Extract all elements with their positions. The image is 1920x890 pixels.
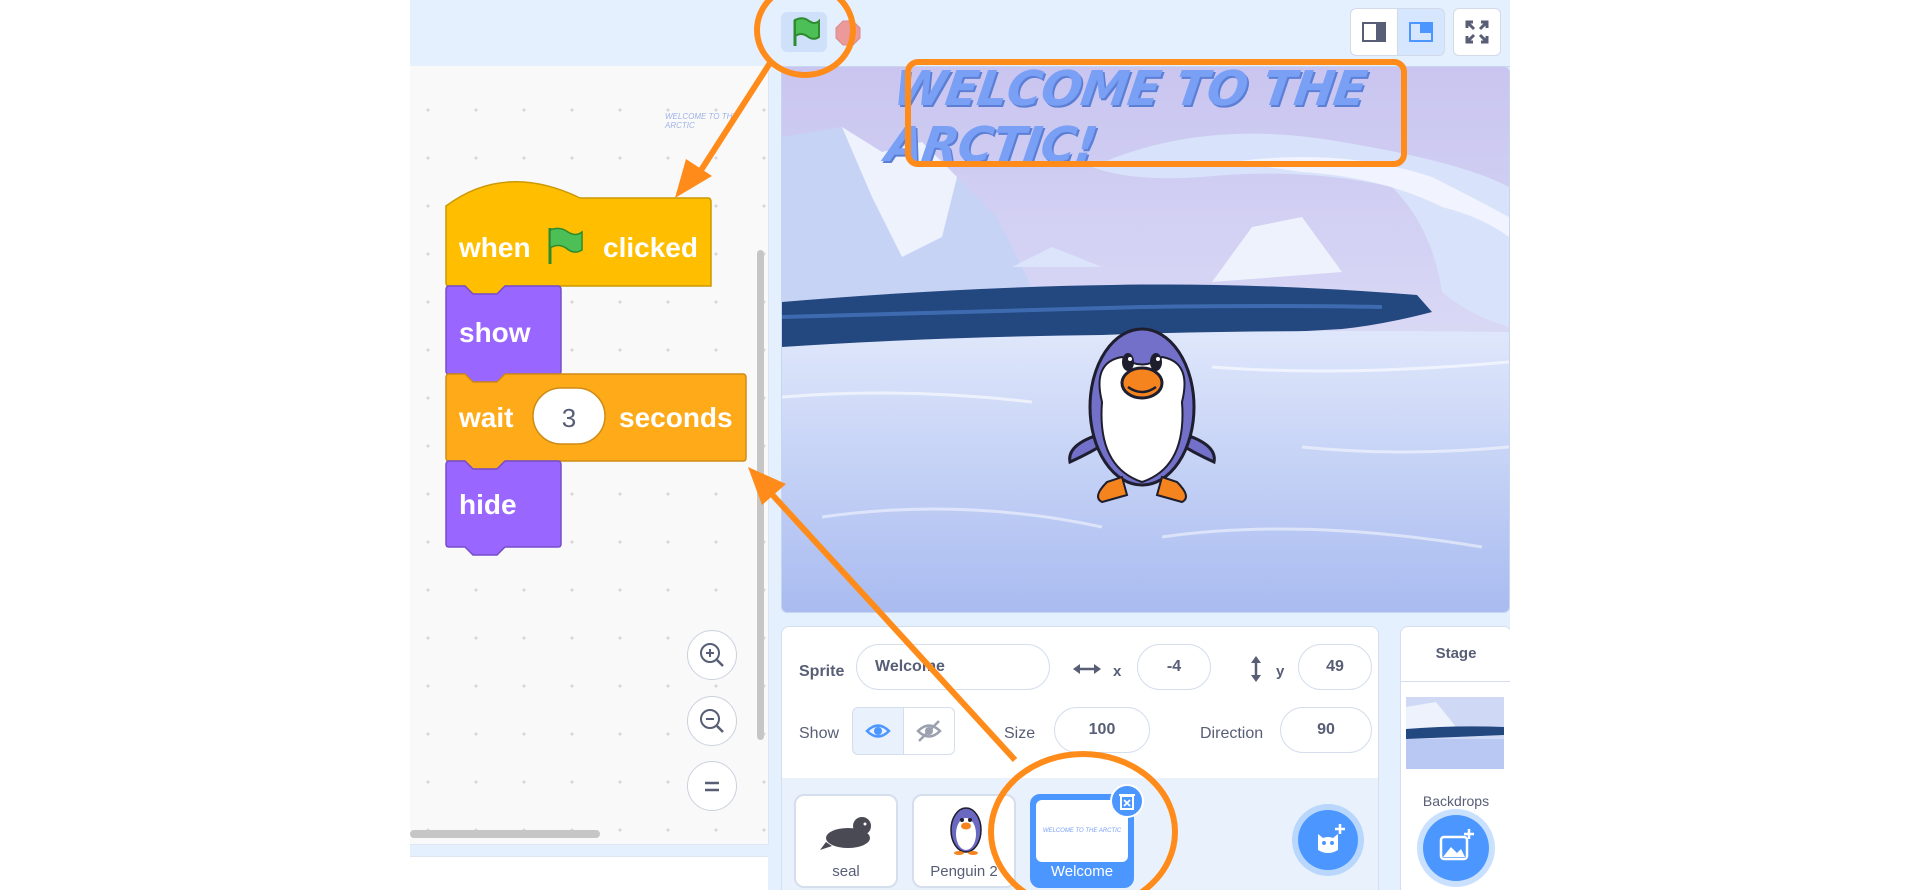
x-arrows-icon [1073, 664, 1101, 674]
stop-button[interactable] [835, 20, 861, 46]
vertical-scrollbar[interactable] [757, 250, 764, 740]
cat-plus-icon [1318, 824, 1345, 853]
seal-thumbnail-icon [820, 817, 871, 850]
eye-hidden-icon [916, 720, 942, 742]
stage-header [410, 0, 1510, 67]
choose-backdrop-button[interactable] [1423, 815, 1489, 881]
normal-stage-icon [1409, 22, 1433, 42]
stop-icon [835, 20, 861, 46]
show-visible-button[interactable] [852, 707, 904, 755]
zoom-reset-icon [705, 781, 719, 792]
welcome-title-sprite[interactable]: WELCOME TO THE ARCTIC! [882, 67, 1385, 173]
zoom-in-button[interactable] [687, 630, 737, 680]
penguin-icon [1068, 327, 1216, 504]
size-input[interactable]: 100 [1054, 707, 1150, 753]
when-flag-clicked-block[interactable]: when clicked [445, 181, 712, 295]
horizontal-scrollbar[interactable] [410, 830, 600, 838]
scratch-editor: WELCOME TO THE ARCTIC WELCOME TO THE ARC… [410, 0, 1510, 890]
sprite-name-input[interactable]: Welcome [856, 644, 1050, 690]
block-when-label: when [458, 232, 531, 263]
show-hidden-button[interactable] [903, 707, 955, 755]
normal-stage-button[interactable] [1397, 8, 1445, 56]
zoom-in-icon [700, 643, 724, 667]
stage-panel[interactable]: Stage Backdrops [1400, 626, 1510, 890]
block-seconds-label: seconds [619, 402, 733, 433]
y-arrows-icon [1251, 656, 1261, 682]
small-stage-button[interactable] [1350, 8, 1398, 56]
wait-seconds-block[interactable]: wait 3 seconds [445, 373, 747, 470]
y-position-input[interactable]: 49 [1298, 644, 1372, 690]
scripts-bottom-bar [410, 856, 768, 890]
image-plus-icon [1439, 829, 1474, 861]
hide-block[interactable]: hide [445, 460, 562, 556]
sprite-list: seal Penguin 2 WELCOME TO THE ARCTIC Wel… [781, 778, 1379, 890]
zoom-out-button[interactable] [687, 696, 737, 746]
eye-icon [865, 724, 891, 738]
y-label: y [1276, 663, 1285, 680]
trash-icon [1119, 794, 1135, 810]
zoom-out-icon [700, 709, 724, 733]
backdrop-thumbnail[interactable] [1406, 697, 1504, 769]
size-label: Size [1004, 725, 1036, 742]
script-stack[interactable]: when clicked show wait 3 seconds hide [445, 170, 755, 570]
backdrops-label: Backdrops [1422, 793, 1490, 809]
block-wait-label: wait [458, 402, 513, 433]
delete-sprite-button[interactable] [1110, 784, 1144, 818]
sprite-tile-seal[interactable]: seal [794, 794, 898, 888]
x-position-input[interactable]: -4 [1137, 644, 1211, 690]
block-show-label: show [459, 317, 531, 348]
choose-sprite-button[interactable] [1298, 810, 1358, 870]
stage-panel-title: Stage [1435, 645, 1477, 662]
wait-seconds-value: 3 [562, 403, 576, 433]
block-clicked-label: clicked [603, 232, 698, 263]
show-block[interactable]: show [445, 285, 562, 383]
stage[interactable]: WELCOME TO THE ARCTIC! [781, 66, 1510, 613]
penguin-thumbnail-icon [950, 807, 982, 855]
sprite-label: Sprite [799, 663, 845, 680]
direction-label: Direction [1200, 725, 1264, 742]
sprite-info-panel: Sprite Welcome x -4 y 49 Show Size 100 D… [781, 626, 1379, 780]
zoom-reset-button[interactable] [687, 761, 737, 811]
sprite-tile-penguin-2[interactable]: Penguin 2 [912, 794, 1016, 888]
penguin-sprite[interactable] [1062, 317, 1222, 517]
small-stage-icon [1362, 22, 1386, 42]
sprite-name-penguin-2: Penguin 2 [930, 863, 998, 880]
sprite-name-seal: seal [832, 863, 860, 880]
green-flag-button[interactable] [781, 12, 827, 52]
fullscreen-button[interactable] [1453, 8, 1501, 56]
x-label: x [1113, 663, 1122, 680]
sprite-watermark: WELCOME TO THE ARCTIC [665, 112, 738, 130]
block-hide-label: hide [459, 489, 517, 520]
green-flag-icon [793, 17, 820, 46]
direction-input[interactable]: 90 [1280, 707, 1372, 753]
show-label: Show [799, 725, 840, 742]
sprite-name-welcome: Welcome [1050, 863, 1114, 880]
fullscreen-icon [1465, 20, 1489, 44]
